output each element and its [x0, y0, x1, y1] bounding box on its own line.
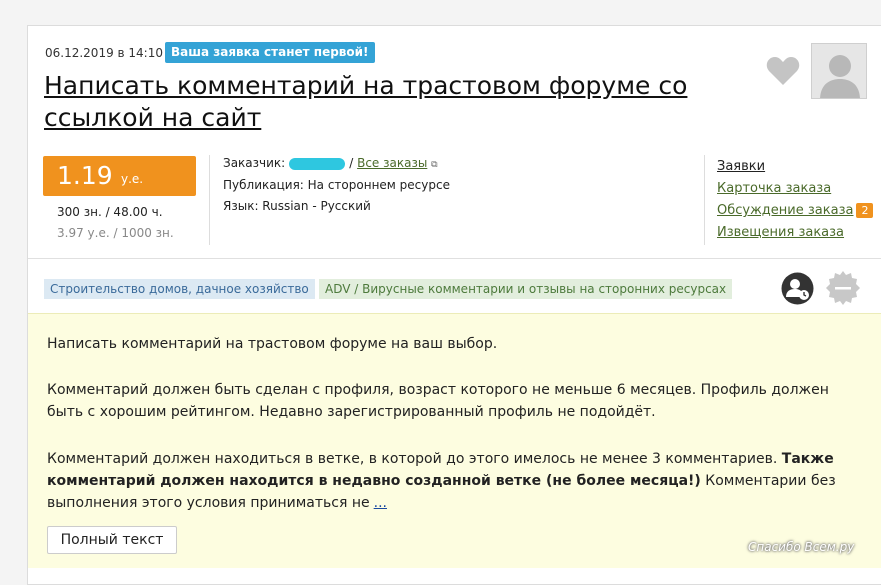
- notifications-link[interactable]: Извещения заказа: [717, 225, 844, 240]
- discussion-count-badge: 2: [856, 203, 874, 218]
- language-info: Язык: Russian - Русский: [223, 199, 371, 213]
- all-orders-link[interactable]: Все заказы: [357, 156, 427, 170]
- watermark: Спасибо Всем.ру: [748, 540, 855, 554]
- description-paragraph: Написать комментарий на трастовом форуме…: [47, 336, 498, 352]
- settings-gear-icon[interactable]: [825, 270, 861, 306]
- category-tag[interactable]: ADV / Вирусные комментарии и отзывы на с…: [319, 279, 733, 299]
- description-paragraph: Комментарий должен находиться в ветке, в…: [47, 448, 837, 514]
- description-paragraph: Комментарий должен быть сделан с профиля…: [47, 382, 829, 420]
- redacted-customer-name: [289, 157, 346, 170]
- divider: [209, 155, 210, 245]
- publication-info: Публикация: На стороннем ресурсе: [223, 178, 450, 192]
- order-links: Заявки Карточка заказа Обсуждение заказа…: [717, 156, 874, 244]
- order-card-link[interactable]: Карточка заказа: [717, 181, 831, 196]
- user-clock-icon[interactable]: [781, 272, 814, 305]
- price-per-1000: 3.97 у.е. / 1000 зн.: [57, 226, 174, 240]
- divider: [28, 258, 881, 259]
- order-date: 06.12.2019 в 14:10: [45, 46, 163, 60]
- customer-label: Заказчик:: [223, 156, 286, 170]
- full-text-button[interactable]: Полный текст: [47, 526, 177, 554]
- first-application-badge: Ваша заявка станет первой!: [165, 42, 375, 63]
- order-size-stats: 300 зн. / 48.00 ч.: [57, 205, 163, 219]
- user-placeholder-icon: [812, 44, 866, 98]
- category-tag[interactable]: Строительство домов, дачное хозяйство: [44, 279, 315, 299]
- applications-link[interactable]: Заявки: [717, 159, 765, 174]
- separator: /: [349, 156, 354, 170]
- customer-row: Заказчик: / Все заказы ⧉: [223, 156, 438, 170]
- order-title[interactable]: Написать комментарий на трастовом форуме…: [44, 70, 724, 134]
- read-more-link[interactable]: ...: [374, 495, 387, 511]
- avatar[interactable]: [811, 43, 867, 99]
- external-link-icon: ⧉: [431, 160, 438, 170]
- price-value: 1.19: [57, 161, 113, 190]
- heart-icon[interactable]: [766, 56, 800, 86]
- discussion-link[interactable]: Обсуждение заказа: [717, 203, 853, 218]
- price-currency: у.е.: [121, 172, 144, 186]
- description-text: Комментарий должен находиться в ветке, в…: [47, 451, 782, 467]
- divider: [704, 155, 705, 245]
- price-badge: 1.19 у.е.: [43, 156, 196, 196]
